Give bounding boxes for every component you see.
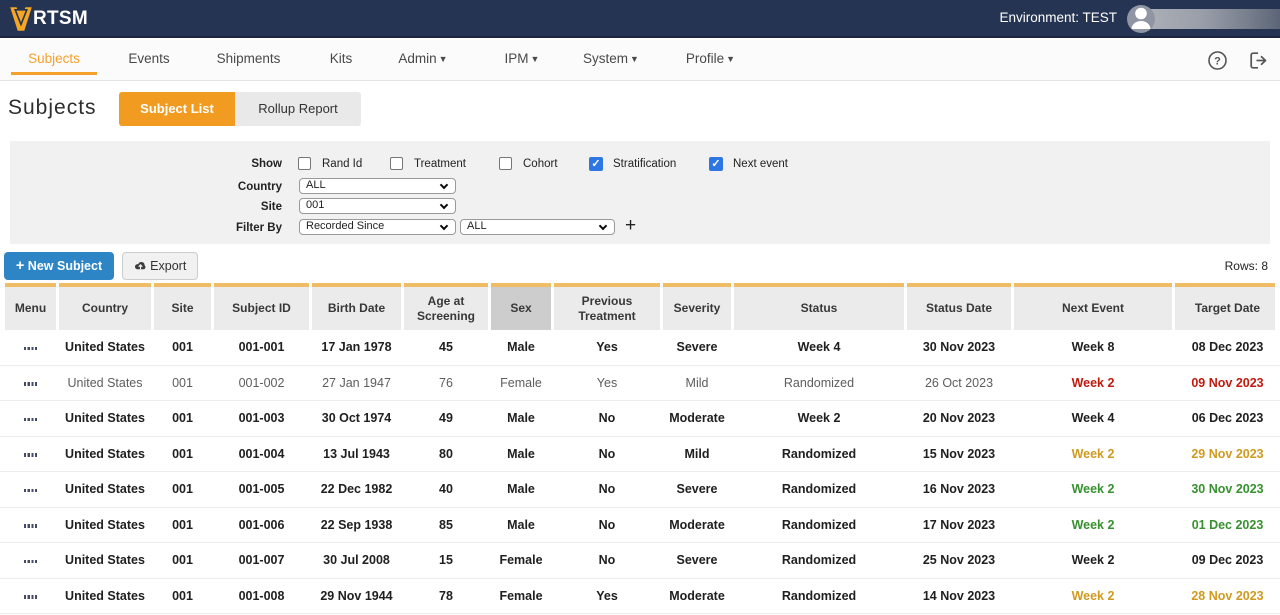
svg-text:?: ? xyxy=(1214,56,1221,68)
